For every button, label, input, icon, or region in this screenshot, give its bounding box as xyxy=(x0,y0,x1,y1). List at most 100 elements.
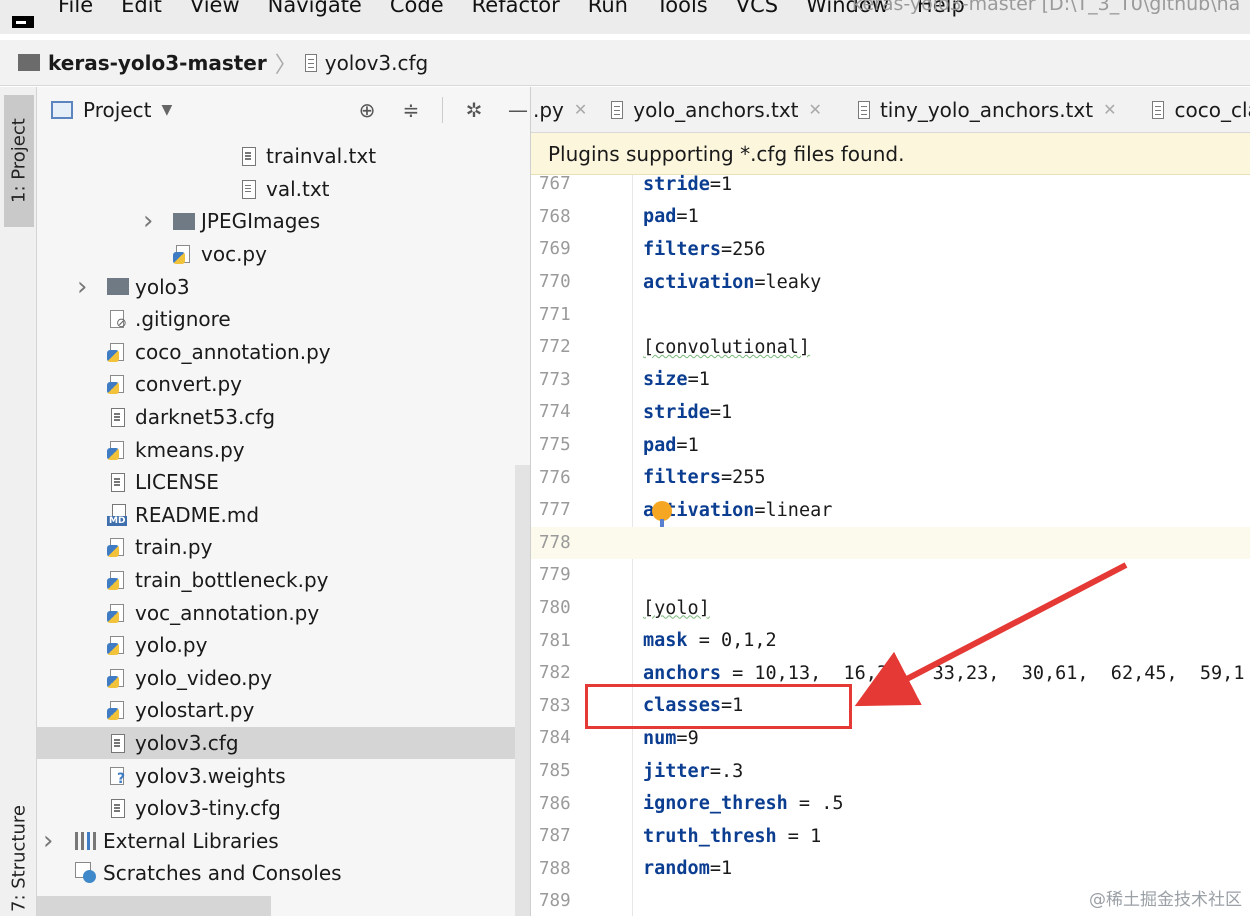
tree-item[interactable]: coco_annotation.py xyxy=(37,336,530,369)
code-line[interactable]: 769 filters=256 xyxy=(531,233,1250,266)
editor-tabs: .py ✕ yolo_anchors.txt ✕ tiny_yolo_anchors.t… xyxy=(531,87,1250,133)
config-value: 0,1,2 xyxy=(720,630,777,652)
close-icon[interactable]: ✕ xyxy=(809,100,822,119)
tree-item[interactable]: train_bottleneck.py xyxy=(37,564,530,597)
breadcrumb-file[interactable]: yolov3.cfg xyxy=(325,51,429,75)
chevron-right-icon[interactable]: › xyxy=(43,826,53,856)
menu-view[interactable]: View xyxy=(190,0,240,17)
hide-panel-icon[interactable]: — xyxy=(505,97,530,123)
menu-bar: File Edit View Navigate Code Refactor Run Tools… xyxy=(0,0,1250,34)
code-line[interactable]: 777 activation=linear xyxy=(531,494,1250,527)
code-line[interactable]: 774 stride=1 xyxy=(531,396,1250,429)
tree-item[interactable]: Scratches and Consoles xyxy=(37,857,530,890)
tree-item-label: yolov3-tiny.cfg xyxy=(135,796,281,821)
tree-item[interactable]: yolov3.cfg xyxy=(37,726,530,760)
folder-icon xyxy=(107,278,129,296)
chevron-right-icon[interactable]: › xyxy=(77,272,87,302)
tree-item-label: yolo_video.py xyxy=(135,665,273,690)
config-key: filters xyxy=(643,238,721,260)
scratches-icon xyxy=(73,862,99,884)
editor-tab[interactable]: yolo_anchors.txt ✕ xyxy=(597,87,832,133)
menu-file[interactable]: File xyxy=(58,0,93,17)
text-file-icon xyxy=(107,797,129,819)
gear-icon[interactable]: ✲ xyxy=(461,97,487,123)
menu-vcs[interactable]: VCS xyxy=(736,0,778,17)
tree-item-label: train.py xyxy=(135,535,213,560)
editor-tab-label: tiny_yolo_anchors.txt xyxy=(879,97,1094,122)
menu-navigate[interactable]: Navigate xyxy=(268,0,362,17)
menu-edit[interactable]: Edit xyxy=(121,0,162,17)
tree-item[interactable]: kmeans.py xyxy=(37,433,530,466)
tree-item[interactable]: yolov3.weights xyxy=(37,759,530,792)
editor-tab[interactable]: .py ✕ xyxy=(531,87,597,133)
menu-tools[interactable]: Tools xyxy=(656,0,708,17)
code-line[interactable]: 772 [convolutional] xyxy=(531,331,1250,364)
tree-item[interactable]: › External Libraries xyxy=(37,825,530,858)
code-line[interactable]: 778 xyxy=(531,526,1250,560)
line-number: 777 xyxy=(539,500,571,521)
collapse-all-icon[interactable]: ≑ xyxy=(398,97,424,123)
tree-item[interactable]: yolo.py xyxy=(37,629,530,662)
menu-code[interactable]: Code xyxy=(390,0,444,17)
tree-item[interactable]: voc_annotation.py xyxy=(37,596,530,629)
markdown-file-icon xyxy=(107,503,131,526)
tree-item[interactable]: yolov3-tiny.cfg xyxy=(37,792,530,825)
tree-item[interactable]: darknet53.cfg xyxy=(37,401,530,434)
code-line[interactable]: 770 activation=leaky xyxy=(531,266,1250,299)
python-file-icon xyxy=(107,439,129,461)
line-number: 776 xyxy=(539,467,571,488)
tree-item-label: yolo.py xyxy=(135,633,208,658)
tree-item[interactable]: train.py xyxy=(37,531,530,564)
code-line[interactable]: 780 [yolo] xyxy=(531,592,1250,625)
menu-run[interactable]: Run xyxy=(588,0,628,17)
menu-refactor[interactable]: Refactor xyxy=(472,0,560,17)
close-icon[interactable]: ✕ xyxy=(574,100,587,119)
tree-item[interactable]: val.txt xyxy=(37,173,530,206)
tree-item[interactable]: yolostart.py xyxy=(37,694,530,727)
project-tool-tab[interactable]: 1: Project xyxy=(4,95,34,227)
chevron-right-icon[interactable]: › xyxy=(143,206,153,236)
locate-file-icon[interactable]: ⊕ xyxy=(354,97,380,123)
python-file-icon xyxy=(107,699,129,721)
config-section: [yolo] xyxy=(643,597,710,619)
structure-tool-tab[interactable]: 7: Structure xyxy=(4,799,34,916)
code-line[interactable]: 785 jitter=.3 xyxy=(531,755,1250,788)
tree-item[interactable]: README.md xyxy=(37,499,530,532)
close-icon[interactable]: ✕ xyxy=(1103,100,1116,119)
text-file-icon xyxy=(107,406,129,428)
tree-item[interactable]: yolo_video.py xyxy=(37,662,530,695)
code-text: stride=1 xyxy=(643,402,732,423)
code-line[interactable]: 786 ignore_thresh = .5 xyxy=(531,787,1250,820)
code-line[interactable]: 779 xyxy=(531,559,1250,592)
vertical-scrollbar[interactable] xyxy=(515,465,530,916)
code-line[interactable]: 776 filters=255 xyxy=(531,461,1250,494)
horizontal-scrollbar[interactable] xyxy=(37,896,271,916)
tree-item[interactable]: convert.py xyxy=(37,368,530,401)
python-file-icon xyxy=(107,602,129,624)
chevron-down-icon[interactable]: ▼ xyxy=(161,102,172,118)
code-line[interactable]: 788 random=1 xyxy=(531,853,1250,886)
breadcrumb-project[interactable]: keras-yolo3-master xyxy=(48,51,267,75)
tree-item-label: kmeans.py xyxy=(135,437,245,462)
tree-item[interactable]: › JPEGImages xyxy=(37,205,530,238)
tree-item[interactable]: trainval.txt xyxy=(37,140,530,173)
config-key: size xyxy=(643,369,688,391)
project-view-selector[interactable]: Project xyxy=(83,98,151,122)
code-line[interactable]: 767 stride=1 xyxy=(531,168,1250,201)
code-line[interactable]: 768 pad=1 xyxy=(531,201,1250,234)
code-line[interactable]: 773 size=1 xyxy=(531,364,1250,397)
code-line[interactable]: 771 xyxy=(531,298,1250,331)
tree-item-label: Scratches and Consoles xyxy=(103,861,342,886)
code-line[interactable]: 787 truth_thresh = 1 xyxy=(531,820,1250,853)
tree-item[interactable]: › yolo3 xyxy=(37,270,530,303)
editor-tab[interactable]: tiny_yolo_anchors.txt ✕ xyxy=(832,87,1127,133)
tree-item[interactable]: voc.py xyxy=(37,238,530,271)
editor-tab[interactable]: coco_classes xyxy=(1126,87,1250,133)
tree-item[interactable]: LICENSE xyxy=(37,466,530,499)
tree-item[interactable]: .gitignore xyxy=(37,303,530,336)
python-file-icon xyxy=(107,569,129,591)
code-line[interactable]: 781 mask = 0,1,2 xyxy=(531,624,1250,657)
intention-bulb-icon[interactable] xyxy=(652,501,672,527)
code-line[interactable]: 775 pad=1 xyxy=(531,429,1250,462)
gitignore-icon xyxy=(107,308,129,331)
